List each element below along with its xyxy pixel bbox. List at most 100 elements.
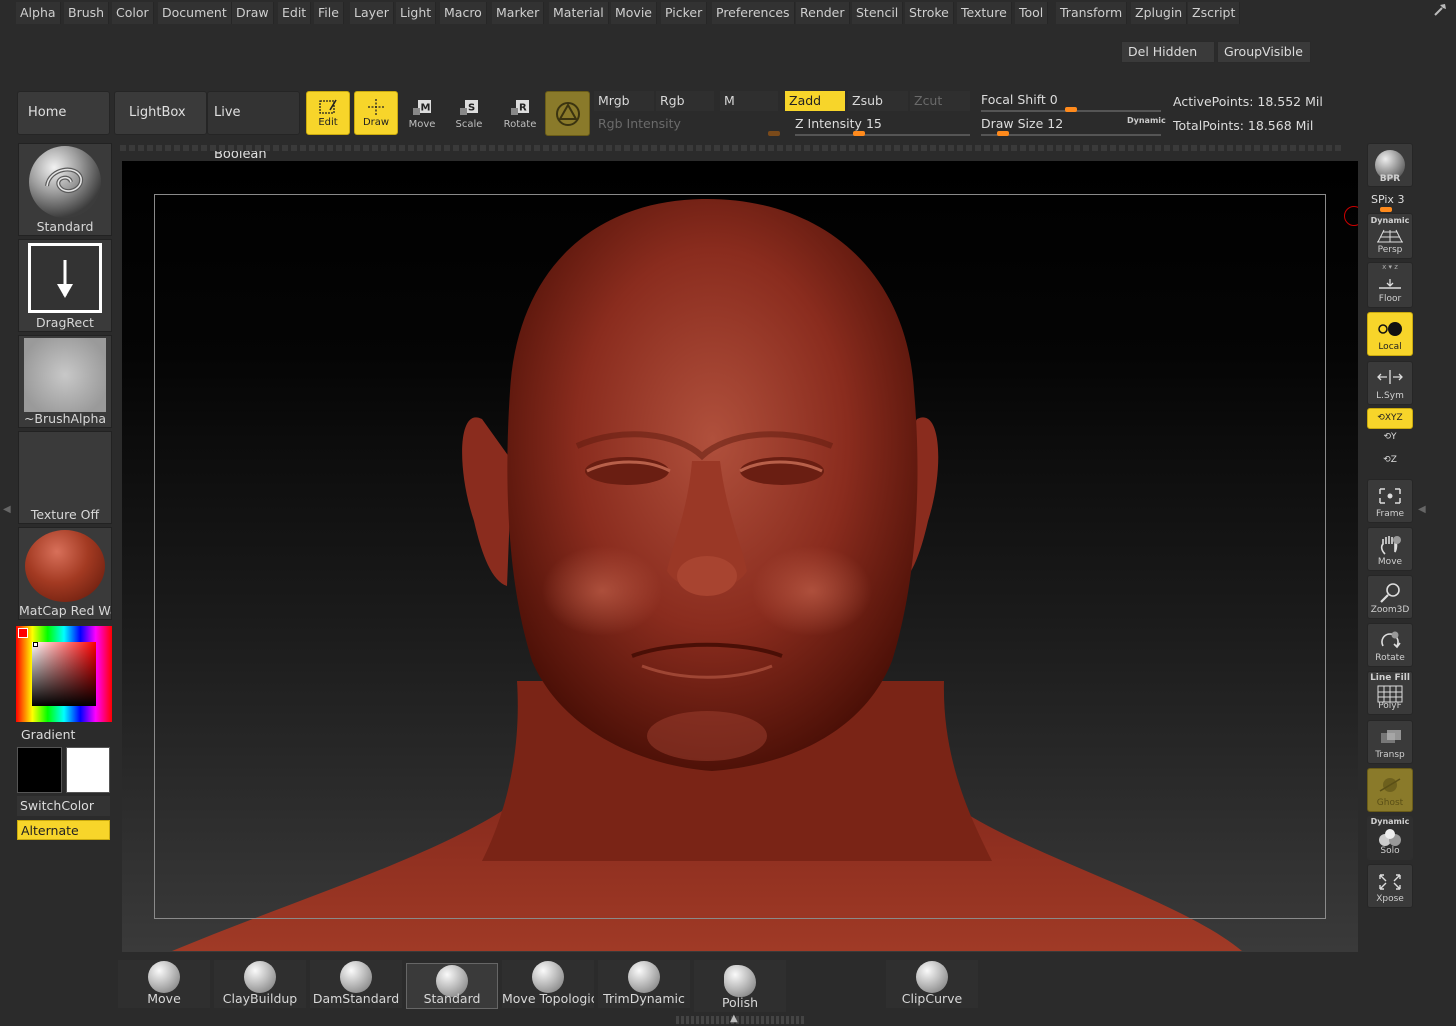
transp-button[interactable]: Transp: [1367, 720, 1413, 764]
left-tray-arrow-icon[interactable]: ◀: [3, 504, 11, 515]
menu-stroke[interactable]: Stroke: [905, 2, 954, 24]
svg-text:M: M: [421, 103, 431, 114]
menu-texture[interactable]: Texture: [957, 2, 1012, 24]
home-page-button[interactable]: Home Page: [17, 91, 110, 162]
color-saturation-square[interactable]: [32, 642, 96, 706]
switch-color-button[interactable]: SwitchColor: [17, 796, 110, 816]
group-visible-button[interactable]: GroupVisible: [1217, 41, 1311, 63]
del-hidden-button[interactable]: Del Hidden: [1121, 41, 1215, 63]
spix-slider[interactable]: SPix 3: [1371, 193, 1404, 206]
menu-zscript[interactable]: Zscript: [1188, 2, 1241, 24]
rotate-mode-button[interactable]: R Rotate: [498, 93, 542, 137]
live-boolean-button[interactable]: Live Boolean: [207, 91, 300, 162]
shelf-brush-standard[interactable]: Standard: [406, 963, 498, 1009]
draw-size-knob[interactable]: [997, 131, 1009, 136]
texture-label: Texture Off: [30, 507, 100, 522]
move-view-button[interactable]: Move: [1367, 527, 1413, 571]
menu-tool[interactable]: Tool: [1015, 2, 1049, 24]
menu-material[interactable]: Material: [549, 2, 609, 24]
zoom3d-button[interactable]: Zoom3D: [1367, 575, 1413, 619]
polyf-button[interactable]: Line Fill PolyF: [1367, 671, 1413, 715]
sculptris-pro-icon: [556, 102, 580, 126]
polyf-label: PolyF: [1378, 701, 1402, 711]
gradient-label[interactable]: Gradient: [21, 727, 75, 742]
rgb-intensity-slider[interactable]: Rgb Intensity: [594, 114, 784, 134]
m-button[interactable]: M: [720, 91, 778, 111]
rgb-button[interactable]: Rgb: [656, 91, 714, 111]
focal-shift-slider[interactable]: Focal Shift 0: [981, 92, 1058, 107]
move-mode-button[interactable]: M Move: [400, 93, 444, 137]
color-picker[interactable]: [16, 626, 112, 722]
menu-draw[interactable]: Draw: [232, 2, 274, 24]
persp-button[interactable]: Dynamic Persp: [1367, 213, 1413, 259]
solo-button[interactable]: Dynamic Solo: [1367, 816, 1413, 860]
primary-color-swatch[interactable]: [17, 747, 62, 793]
ghost-button[interactable]: Ghost: [1367, 768, 1413, 812]
z-intensity-track[interactable]: [795, 134, 970, 136]
focal-shift-knob[interactable]: [1065, 107, 1077, 112]
shelf-brush-clipcurve[interactable]: ClipCurve: [886, 960, 978, 1008]
menu-light[interactable]: Light: [396, 2, 437, 24]
lightbox-button[interactable]: LightBox: [114, 91, 207, 135]
z-intensity-knob[interactable]: [853, 131, 865, 136]
lsym-button[interactable]: L.Sym: [1367, 361, 1413, 405]
shelf-brush-move[interactable]: Move: [118, 960, 210, 1008]
zcut-button[interactable]: Zcut: [910, 91, 970, 111]
draw-button[interactable]: Draw: [354, 91, 398, 135]
xyz-button[interactable]: ⟲XYZ: [1367, 408, 1413, 429]
menu-marker[interactable]: Marker: [492, 2, 545, 24]
menu-stencil[interactable]: Stencil: [852, 2, 904, 24]
hammer-icon[interactable]: [1432, 2, 1450, 20]
sculptris-pro-button[interactable]: [545, 91, 590, 136]
menu-document[interactable]: Document: [158, 2, 232, 24]
menu-alpha[interactable]: Alpha: [16, 2, 61, 24]
dynamic-size-toggle[interactable]: Dynamic: [1127, 116, 1166, 125]
shelf-scroll-handle[interactable]: [676, 1016, 804, 1024]
scale-mode-button[interactable]: S Scale: [447, 93, 491, 137]
menu-movie[interactable]: Movie: [611, 2, 657, 24]
y-axis-button[interactable]: ⟲Y: [1367, 432, 1413, 452]
alternate-button[interactable]: Alternate: [17, 820, 110, 840]
shelf-brush-trimdynamic[interactable]: TrimDynamic: [598, 960, 690, 1008]
spix-knob[interactable]: [1380, 207, 1392, 212]
floor-button[interactable]: x ▾ z Floor: [1367, 262, 1413, 308]
draw-size-slider[interactable]: Draw Size 12: [981, 116, 1063, 131]
bpr-button[interactable]: BPR: [1367, 143, 1413, 187]
material-tile[interactable]: MatCap Red Wax: [18, 527, 112, 620]
local-button[interactable]: Local: [1367, 312, 1413, 356]
shelf-brush-damstandard[interactable]: DamStandard: [310, 960, 402, 1008]
current-brush-tile[interactable]: Standard: [18, 143, 112, 236]
zadd-button[interactable]: Zadd: [785, 91, 845, 111]
stroke-tile[interactable]: DragRect: [18, 239, 112, 332]
alpha-tile[interactable]: ~BrushAlpha: [18, 335, 112, 428]
menu-picker[interactable]: Picker: [661, 2, 708, 24]
right-tray-arrow-icon[interactable]: ◀: [1418, 504, 1426, 515]
edit-button[interactable]: Edit: [306, 91, 350, 135]
shelf-brush-move-topological[interactable]: Move Topological: [502, 960, 594, 1008]
menu-edit[interactable]: Edit: [278, 2, 312, 24]
texture-tile[interactable]: Texture Off: [18, 431, 112, 524]
zsub-button[interactable]: Zsub: [848, 91, 908, 111]
z-intensity-slider[interactable]: Z Intensity 15: [795, 116, 882, 131]
menu-color[interactable]: Color: [112, 2, 154, 24]
menu-brush[interactable]: Brush: [64, 2, 110, 24]
menu-macro[interactable]: Macro: [440, 2, 487, 24]
shelf-brush-polish[interactable]: Polish: [694, 960, 786, 1012]
rotate-view-icon: [1381, 631, 1401, 649]
canvas-viewport[interactable]: [122, 161, 1358, 952]
menu-file[interactable]: File: [314, 2, 344, 24]
frame-button[interactable]: Frame: [1367, 479, 1413, 523]
menu-zplugin[interactable]: Zplugin: [1131, 2, 1188, 24]
xpose-button[interactable]: Xpose: [1367, 864, 1413, 908]
menu-render[interactable]: Render: [796, 2, 850, 24]
mrgb-button[interactable]: Mrgb: [594, 91, 654, 111]
shelf-brush-claybuildup[interactable]: ClayBuildup: [214, 960, 306, 1008]
shelf-expand-arrow-icon[interactable]: ▲: [730, 1013, 738, 1024]
menu-transform[interactable]: Transform: [1056, 2, 1128, 24]
menu-layer[interactable]: Layer: [350, 2, 394, 24]
z-axis-button[interactable]: ⟲Z: [1367, 455, 1413, 475]
rotate-view-button[interactable]: Rotate: [1367, 623, 1413, 667]
menu-preferences[interactable]: Preferences: [712, 2, 795, 24]
rgb-intensity-knob[interactable]: [768, 131, 780, 136]
secondary-color-swatch[interactable]: [66, 747, 110, 793]
